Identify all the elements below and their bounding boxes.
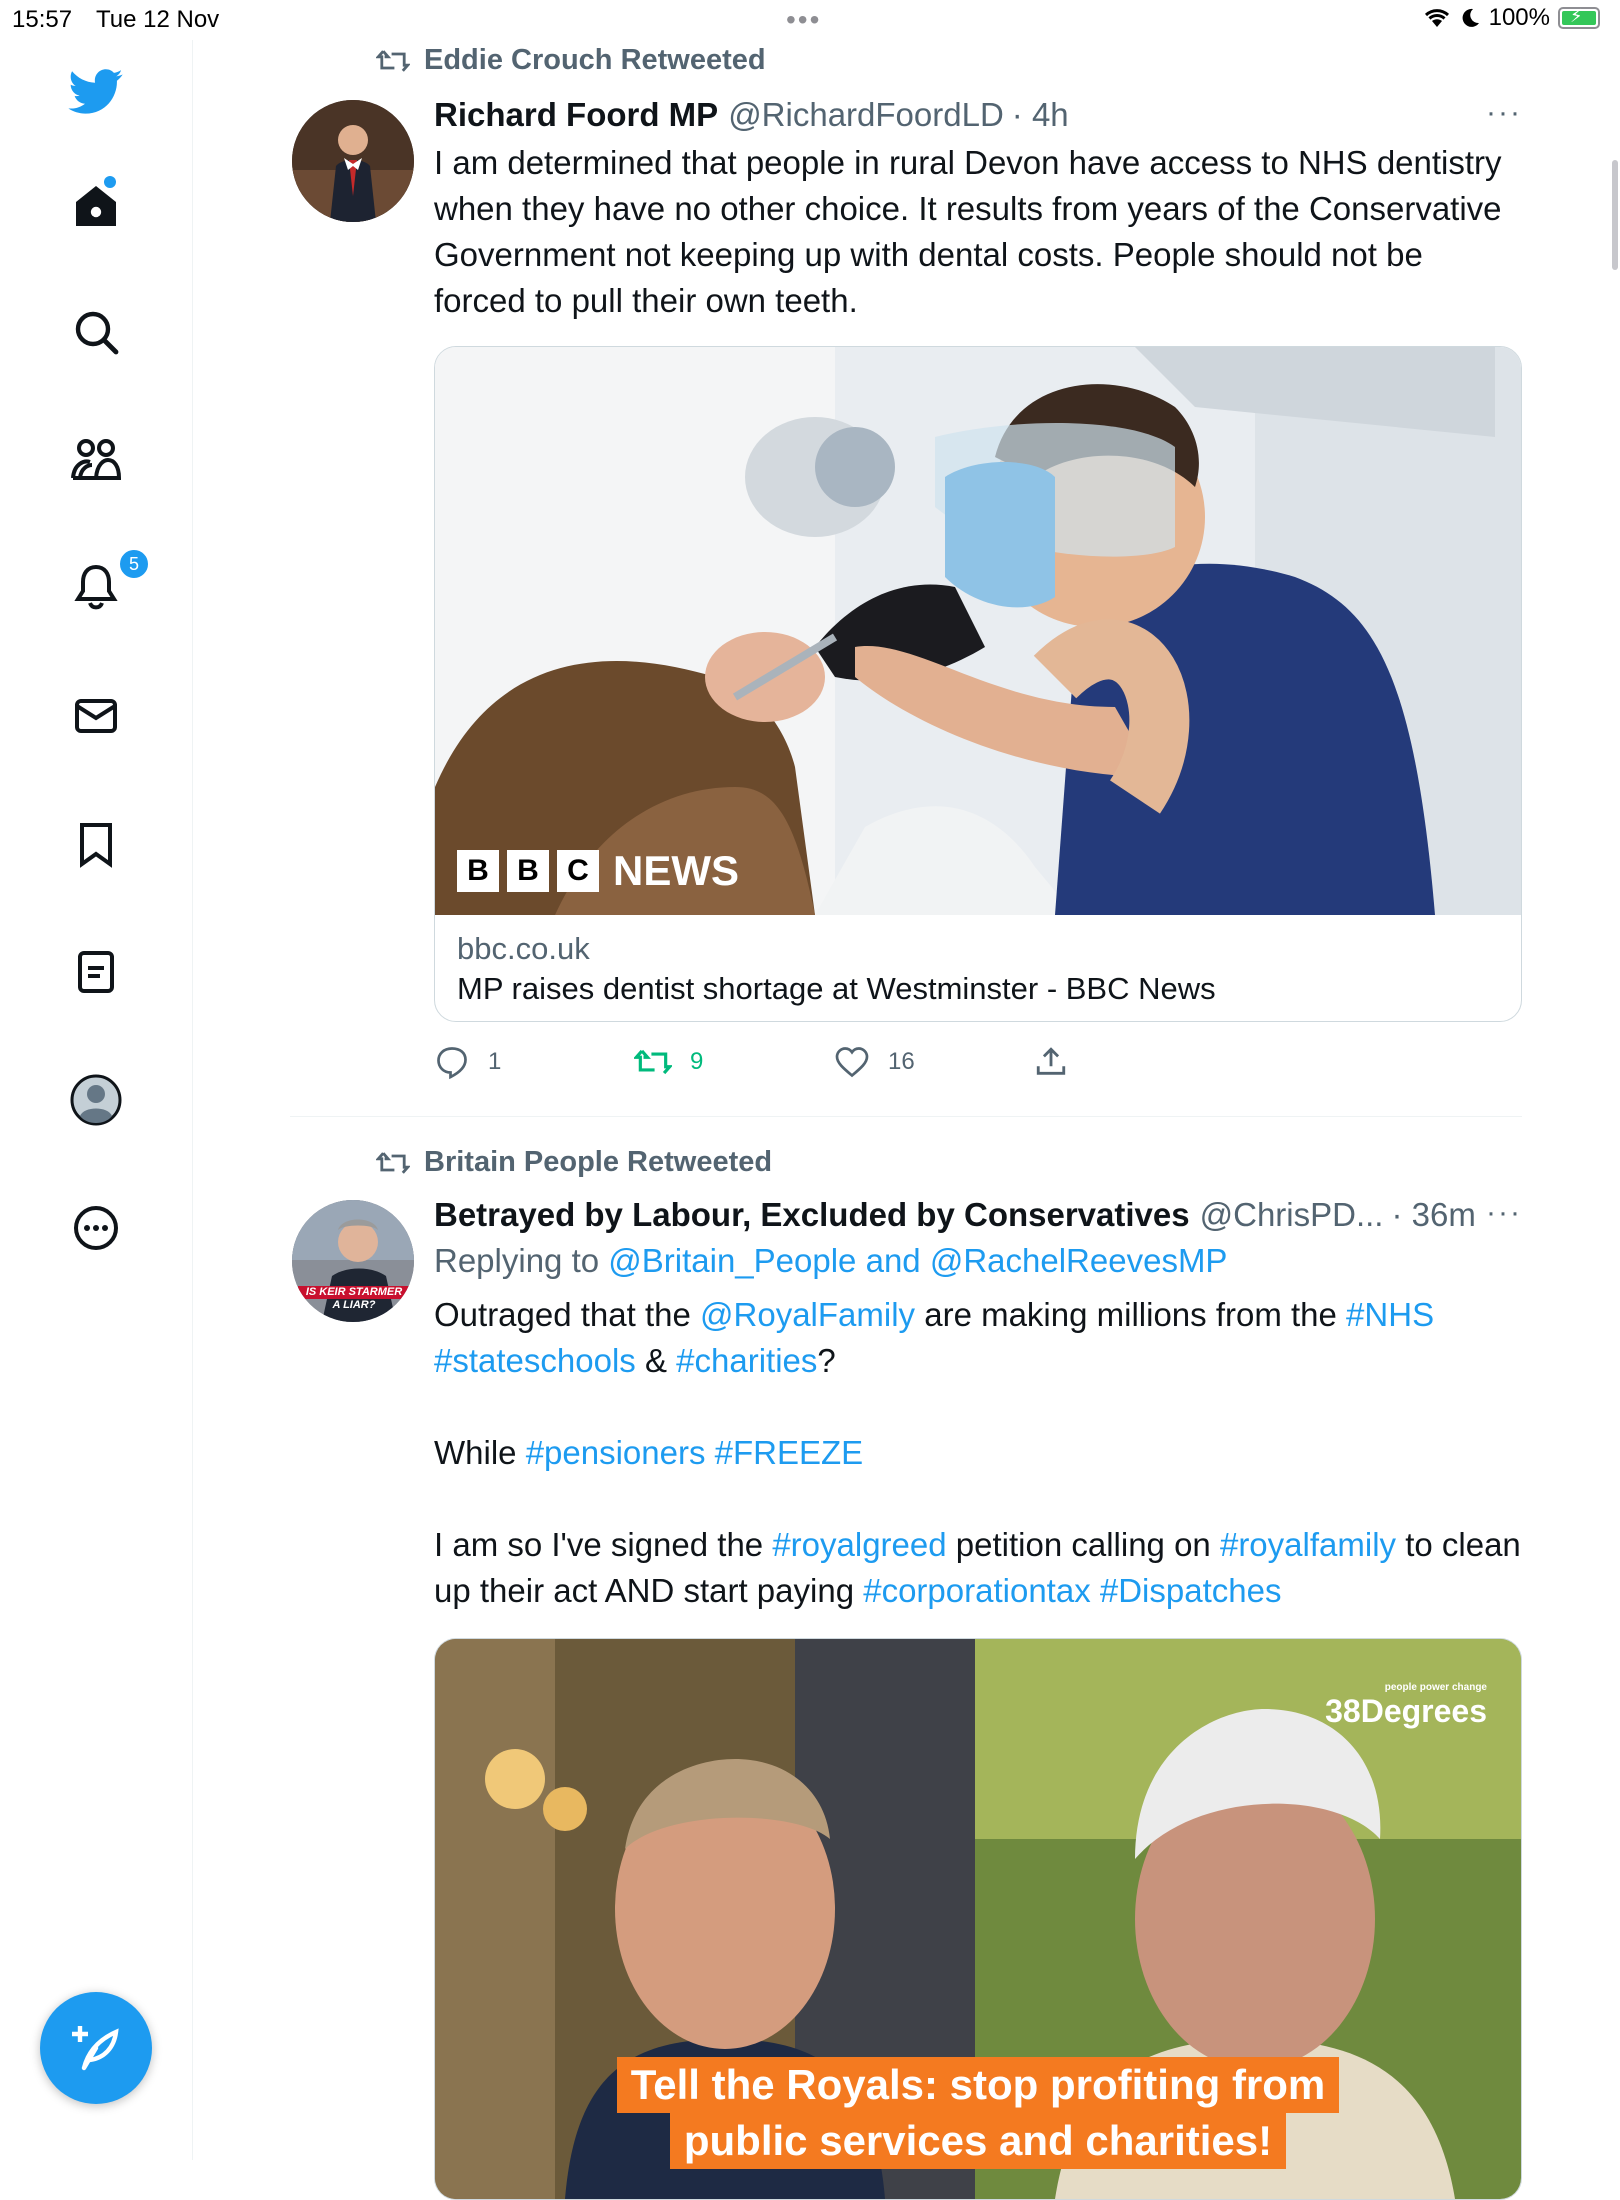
card-domain: bbc.co.uk — [457, 931, 590, 966]
tweet-time[interactable]: · 4h — [1012, 96, 1069, 134]
retweet-context: Eddie Crouch Retweeted — [292, 44, 1522, 77]
status-indicators: 100% ⚡ — [1423, 4, 1600, 32]
author-name[interactable]: Richard Foord MP — [434, 96, 718, 134]
avatar[interactable] — [292, 100, 414, 222]
wifi-icon — [1424, 9, 1449, 27]
avatar[interactable]: IS KEIR STARMER A LIAR? — [292, 1200, 414, 1322]
hashtag-link[interactable]: #royalgreed — [772, 1526, 946, 1563]
nav-more[interactable] — [60, 1192, 132, 1264]
envelope-icon — [75, 699, 117, 733]
home-new-dot — [104, 176, 116, 188]
tweet-more-icon[interactable]: ··· — [1486, 96, 1522, 130]
hashtag-link[interactable]: #stateschools — [434, 1342, 636, 1379]
bell-icon — [74, 564, 118, 610]
nav-profile[interactable] — [60, 1064, 132, 1136]
hashtag-link[interactable]: #FREEZE — [715, 1434, 864, 1471]
reply-button[interactable]: 1 — [434, 1044, 634, 1080]
like-count: 16 — [888, 1048, 915, 1075]
communities-icon — [71, 439, 122, 480]
hashtag-link[interactable]: #Dispatches — [1100, 1572, 1282, 1609]
hashtag-link[interactable]: #charities — [676, 1342, 817, 1379]
tweet-image[interactable]: people power change 38Degrees Tell the R… — [434, 1638, 1522, 2200]
avatar-caption-2: A LIAR? — [332, 1299, 376, 1311]
feather-plus-icon — [72, 2026, 119, 2071]
home-icon — [76, 186, 116, 226]
image-banner: Tell the Royals: stop profiting from pub… — [435, 2057, 1521, 2169]
tweet-paragraph: Outraged that the @RoyalFamily are makin… — [434, 1296, 1435, 1379]
heart-icon — [835, 1047, 869, 1078]
tweet-more-icon[interactable]: ··· — [1486, 1196, 1522, 1230]
multitasking-dots-icon[interactable]: ••• — [786, 4, 821, 36]
author-handle[interactable]: @RichardFoordLD — [728, 96, 1004, 134]
retweet-context: Britain People Retweeted — [292, 1146, 1522, 1179]
twitter-logo-icon[interactable] — [60, 56, 132, 128]
reply-mention-link[interactable]: @RachelReevesMP — [930, 1242, 1228, 1279]
search-icon — [75, 311, 119, 355]
scrollbar[interactable] — [1612, 160, 1618, 270]
retweet-button[interactable]: 9 — [634, 1046, 834, 1078]
notifications-badge: 5 — [118, 548, 150, 580]
reply-count: 1 — [488, 1048, 502, 1075]
avatar-caption-1: IS KEIR STARMER — [298, 1286, 410, 1299]
card-title: MP raises dentist shortage at Westminste… — [457, 971, 1216, 1006]
retweeted-by[interactable]: Britain People Retweeted — [424, 1146, 772, 1179]
reply-icon — [437, 1047, 467, 1080]
replying-to: Replying to @Britain_People and @RachelR… — [434, 1242, 1228, 1279]
status-date: Tue 12 Nov — [96, 6, 220, 33]
sidebar: 5 — [0, 40, 193, 2160]
tweet[interactable]: Eddie Crouch Retweeted Richard Foord MP … — [292, 44, 1522, 1080]
tweet-time[interactable]: · 36m — [1391, 1196, 1475, 1234]
compose-tweet-button[interactable] — [40, 1992, 152, 2104]
profile-avatar-icon — [70, 1074, 122, 1126]
lists-icon — [78, 951, 114, 993]
like-button[interactable]: 16 — [834, 1045, 1034, 1079]
link-card[interactable]: B B C NEWS bbc.co.uk MP raises dentist s… — [434, 346, 1522, 1022]
nav-home[interactable] — [60, 170, 132, 242]
tweet-header: Betrayed by Labour, Excluded by Conserva… — [434, 1196, 1522, 1234]
hashtag-link[interactable]: #corporationtax — [863, 1572, 1090, 1609]
hashtag-link[interactable]: #NHS — [1346, 1296, 1434, 1333]
mention-link[interactable]: @RoyalFamily — [700, 1296, 915, 1333]
reply-mention-link[interactable]: @Britain_People — [608, 1242, 856, 1279]
nav-notifications[interactable]: 5 — [60, 548, 150, 622]
hashtag-link[interactable]: #pensioners — [526, 1434, 706, 1471]
nav-lists[interactable] — [60, 936, 132, 1008]
nav-messages[interactable] — [60, 680, 132, 752]
retweeted-by[interactable]: Eddie Crouch Retweeted — [424, 44, 766, 77]
retweet-count: 9 — [690, 1048, 704, 1075]
share-button[interactable] — [1034, 1045, 1068, 1079]
retweet-icon — [634, 1049, 672, 1075]
tweet[interactable]: Britain People Retweeted IS KEIR STARMER… — [292, 1146, 1522, 2200]
more-circle-icon — [74, 1206, 118, 1250]
38degrees-logo: people power change 38Degrees — [1325, 1682, 1487, 1730]
status-time: 15:57 — [12, 6, 73, 33]
retweet-icon — [376, 1151, 410, 1174]
retweet-icon — [376, 49, 410, 72]
tweet-text: I am determined that people in rural Dev… — [434, 144, 1502, 319]
share-icon — [1036, 1047, 1066, 1075]
tweet-body: Richard Foord MP @RichardFoordLD · 4h ··… — [434, 96, 1522, 1080]
tweet-text: Outraged that the @RoyalFamily are makin… — [434, 1292, 1522, 1614]
hashtag-link[interactable]: #royalfamily — [1220, 1526, 1396, 1563]
card-image: B B C NEWS — [435, 347, 1521, 915]
tweet-actions: 1 9 16 — [434, 1044, 1522, 1080]
author-name[interactable]: Betrayed by Labour, Excluded by Conserva… — [434, 1196, 1190, 1234]
dentist-photo — [435, 347, 1521, 915]
tweet-body: Betrayed by Labour, Excluded by Conserva… — [434, 1196, 1522, 2200]
bookmark-icon — [80, 823, 112, 868]
tweet-divider — [290, 1116, 1522, 1117]
card-meta: bbc.co.uk MP raises dentist shortage at … — [435, 915, 1521, 1021]
tweet-paragraph: I am so I've signed the #royalgreed peti… — [434, 1526, 1521, 1609]
nav-bookmarks[interactable] — [60, 808, 132, 880]
status-bar: 15:57 Tue 12 Nov ••• 100% ⚡ — [0, 0, 1620, 40]
bbc-news-logo: B B C NEWS — [457, 847, 739, 895]
nav-communities[interactable] — [60, 424, 132, 496]
author-handle[interactable]: @ChrisPD... — [1200, 1196, 1384, 1234]
nav-explore[interactable] — [60, 296, 132, 368]
moon-icon — [1462, 8, 1479, 27]
tweet-header: Richard Foord MP @RichardFoordLD · 4h — [434, 96, 1522, 134]
battery-icon: ⚡ — [1558, 6, 1600, 29]
tweet-paragraph: While #pensioners #FREEZE — [434, 1434, 864, 1471]
battery-percent: 100% — [1488, 4, 1550, 31]
